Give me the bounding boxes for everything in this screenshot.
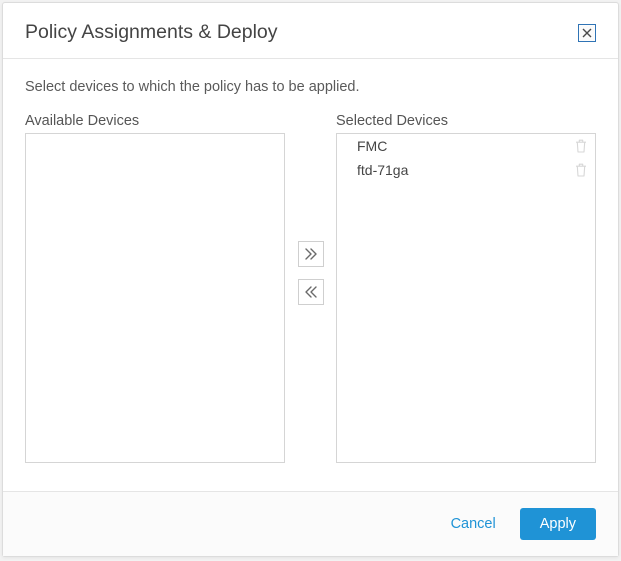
list-item-label: FMC: [357, 138, 387, 154]
policy-assignments-dialog: Policy Assignments & Deploy Select devic…: [2, 2, 619, 557]
available-heading: Available Devices: [25, 113, 285, 129]
close-icon: [582, 28, 592, 38]
dialog-body: Select devices to which the policy has t…: [3, 59, 618, 491]
instruction-text: Select devices to which the policy has t…: [25, 79, 596, 95]
list-item[interactable]: FMC: [337, 134, 595, 158]
selected-panel: Selected Devices FMC ftd-71ga: [336, 113, 596, 463]
transfer-buttons: [285, 241, 336, 305]
device-columns: Available Devices Selected Devices FMCf: [25, 113, 596, 465]
chevron-double-left-icon: [304, 285, 318, 299]
trash-icon[interactable]: [575, 139, 587, 153]
remove-all-button[interactable]: [298, 279, 324, 305]
selected-heading: Selected Devices: [336, 113, 596, 129]
list-item-label: ftd-71ga: [357, 162, 408, 178]
list-item[interactable]: ftd-71ga: [337, 158, 595, 182]
dialog-header: Policy Assignments & Deploy: [3, 3, 618, 59]
trash-icon[interactable]: [575, 163, 587, 177]
available-devices-list[interactable]: [25, 133, 285, 463]
dialog-title: Policy Assignments & Deploy: [25, 21, 278, 44]
chevron-double-right-icon: [304, 247, 318, 261]
dialog-footer: Cancel Apply: [3, 491, 618, 556]
available-panel: Available Devices: [25, 113, 285, 463]
close-button[interactable]: [578, 24, 596, 42]
apply-button[interactable]: Apply: [520, 508, 596, 540]
cancel-button[interactable]: Cancel: [447, 510, 500, 538]
selected-devices-list[interactable]: FMC ftd-71ga: [336, 133, 596, 463]
add-all-button[interactable]: [298, 241, 324, 267]
